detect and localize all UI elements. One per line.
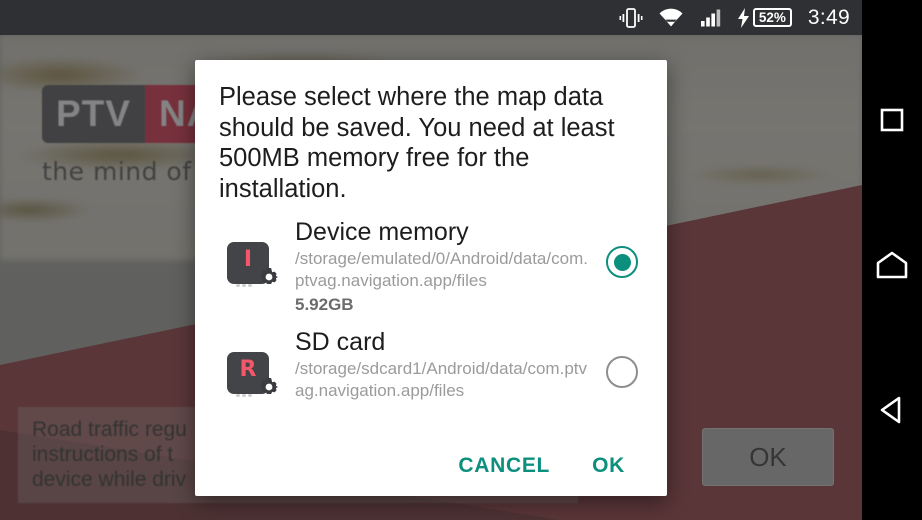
clock-label: 3:49: [807, 5, 850, 29]
device-memory-path: /storage/emulated/0/Android/data/com.ptv…: [295, 249, 588, 290]
dialog-action-bar: CANCEL OK: [195, 436, 667, 496]
recents-square-icon[interactable]: [862, 75, 922, 165]
device-memory-text-block: Device memory /storage/emulated/0/Androi…: [295, 214, 591, 316]
sd-card-icon-letter: R: [239, 357, 257, 382]
storage-option-device-memory[interactable]: I Device memory /storage/emulated/0/Andr…: [195, 210, 667, 320]
status-bar: 52% 3:49: [0, 0, 862, 35]
gear-icon: [257, 265, 281, 294]
internal-storage-icon: I: [213, 214, 295, 294]
cancel-button[interactable]: CANCEL: [458, 454, 550, 478]
device-memory-size: 5.92GB: [295, 295, 354, 314]
battery-indicator: 52%: [737, 7, 792, 28]
sd-card-icon: R: [213, 324, 295, 404]
charging-bolt-icon: [737, 7, 750, 28]
battery-percent-box: 52%: [752, 8, 792, 27]
device-memory-title: Device memory: [295, 218, 469, 246]
home-icon[interactable]: [862, 220, 922, 310]
android-navigation-bar: [862, 0, 922, 520]
sd-card-title: SD card: [295, 328, 386, 356]
sd-card-radio[interactable]: [591, 324, 653, 388]
gear-icon: [257, 375, 281, 404]
dialog-message: Please select where the map data should …: [219, 83, 615, 203]
ok-button[interactable]: OK: [592, 454, 625, 478]
wifi-icon: [657, 7, 685, 29]
vibrate-icon: [619, 7, 643, 29]
device-screen: PTV NA the mind of n Road traffic regu i…: [0, 0, 922, 520]
storage-option-sd-card[interactable]: R SD card /storage/sdcard1/Android/data/…: [195, 320, 667, 408]
storage-selection-dialog: Please select where the map data should …: [195, 60, 667, 496]
sd-card-icon-dots: [236, 393, 252, 397]
back-triangle-icon[interactable]: [862, 365, 922, 455]
battery-percent-label: 52%: [758, 9, 786, 25]
sd-card-text-block: SD card /storage/sdcard1/Android/data/co…: [295, 324, 591, 401]
signal-icon: [699, 7, 723, 29]
device-memory-radio[interactable]: [591, 214, 653, 278]
sd-card-path: /storage/sdcard1/Android/data/com.ptvag.…: [295, 359, 587, 400]
internal-storage-icon-dots: [236, 283, 252, 287]
storage-options-list[interactable]: I Device memory /storage/emulated/0/Andr…: [195, 210, 667, 436]
internal-storage-icon-letter: I: [243, 247, 253, 272]
